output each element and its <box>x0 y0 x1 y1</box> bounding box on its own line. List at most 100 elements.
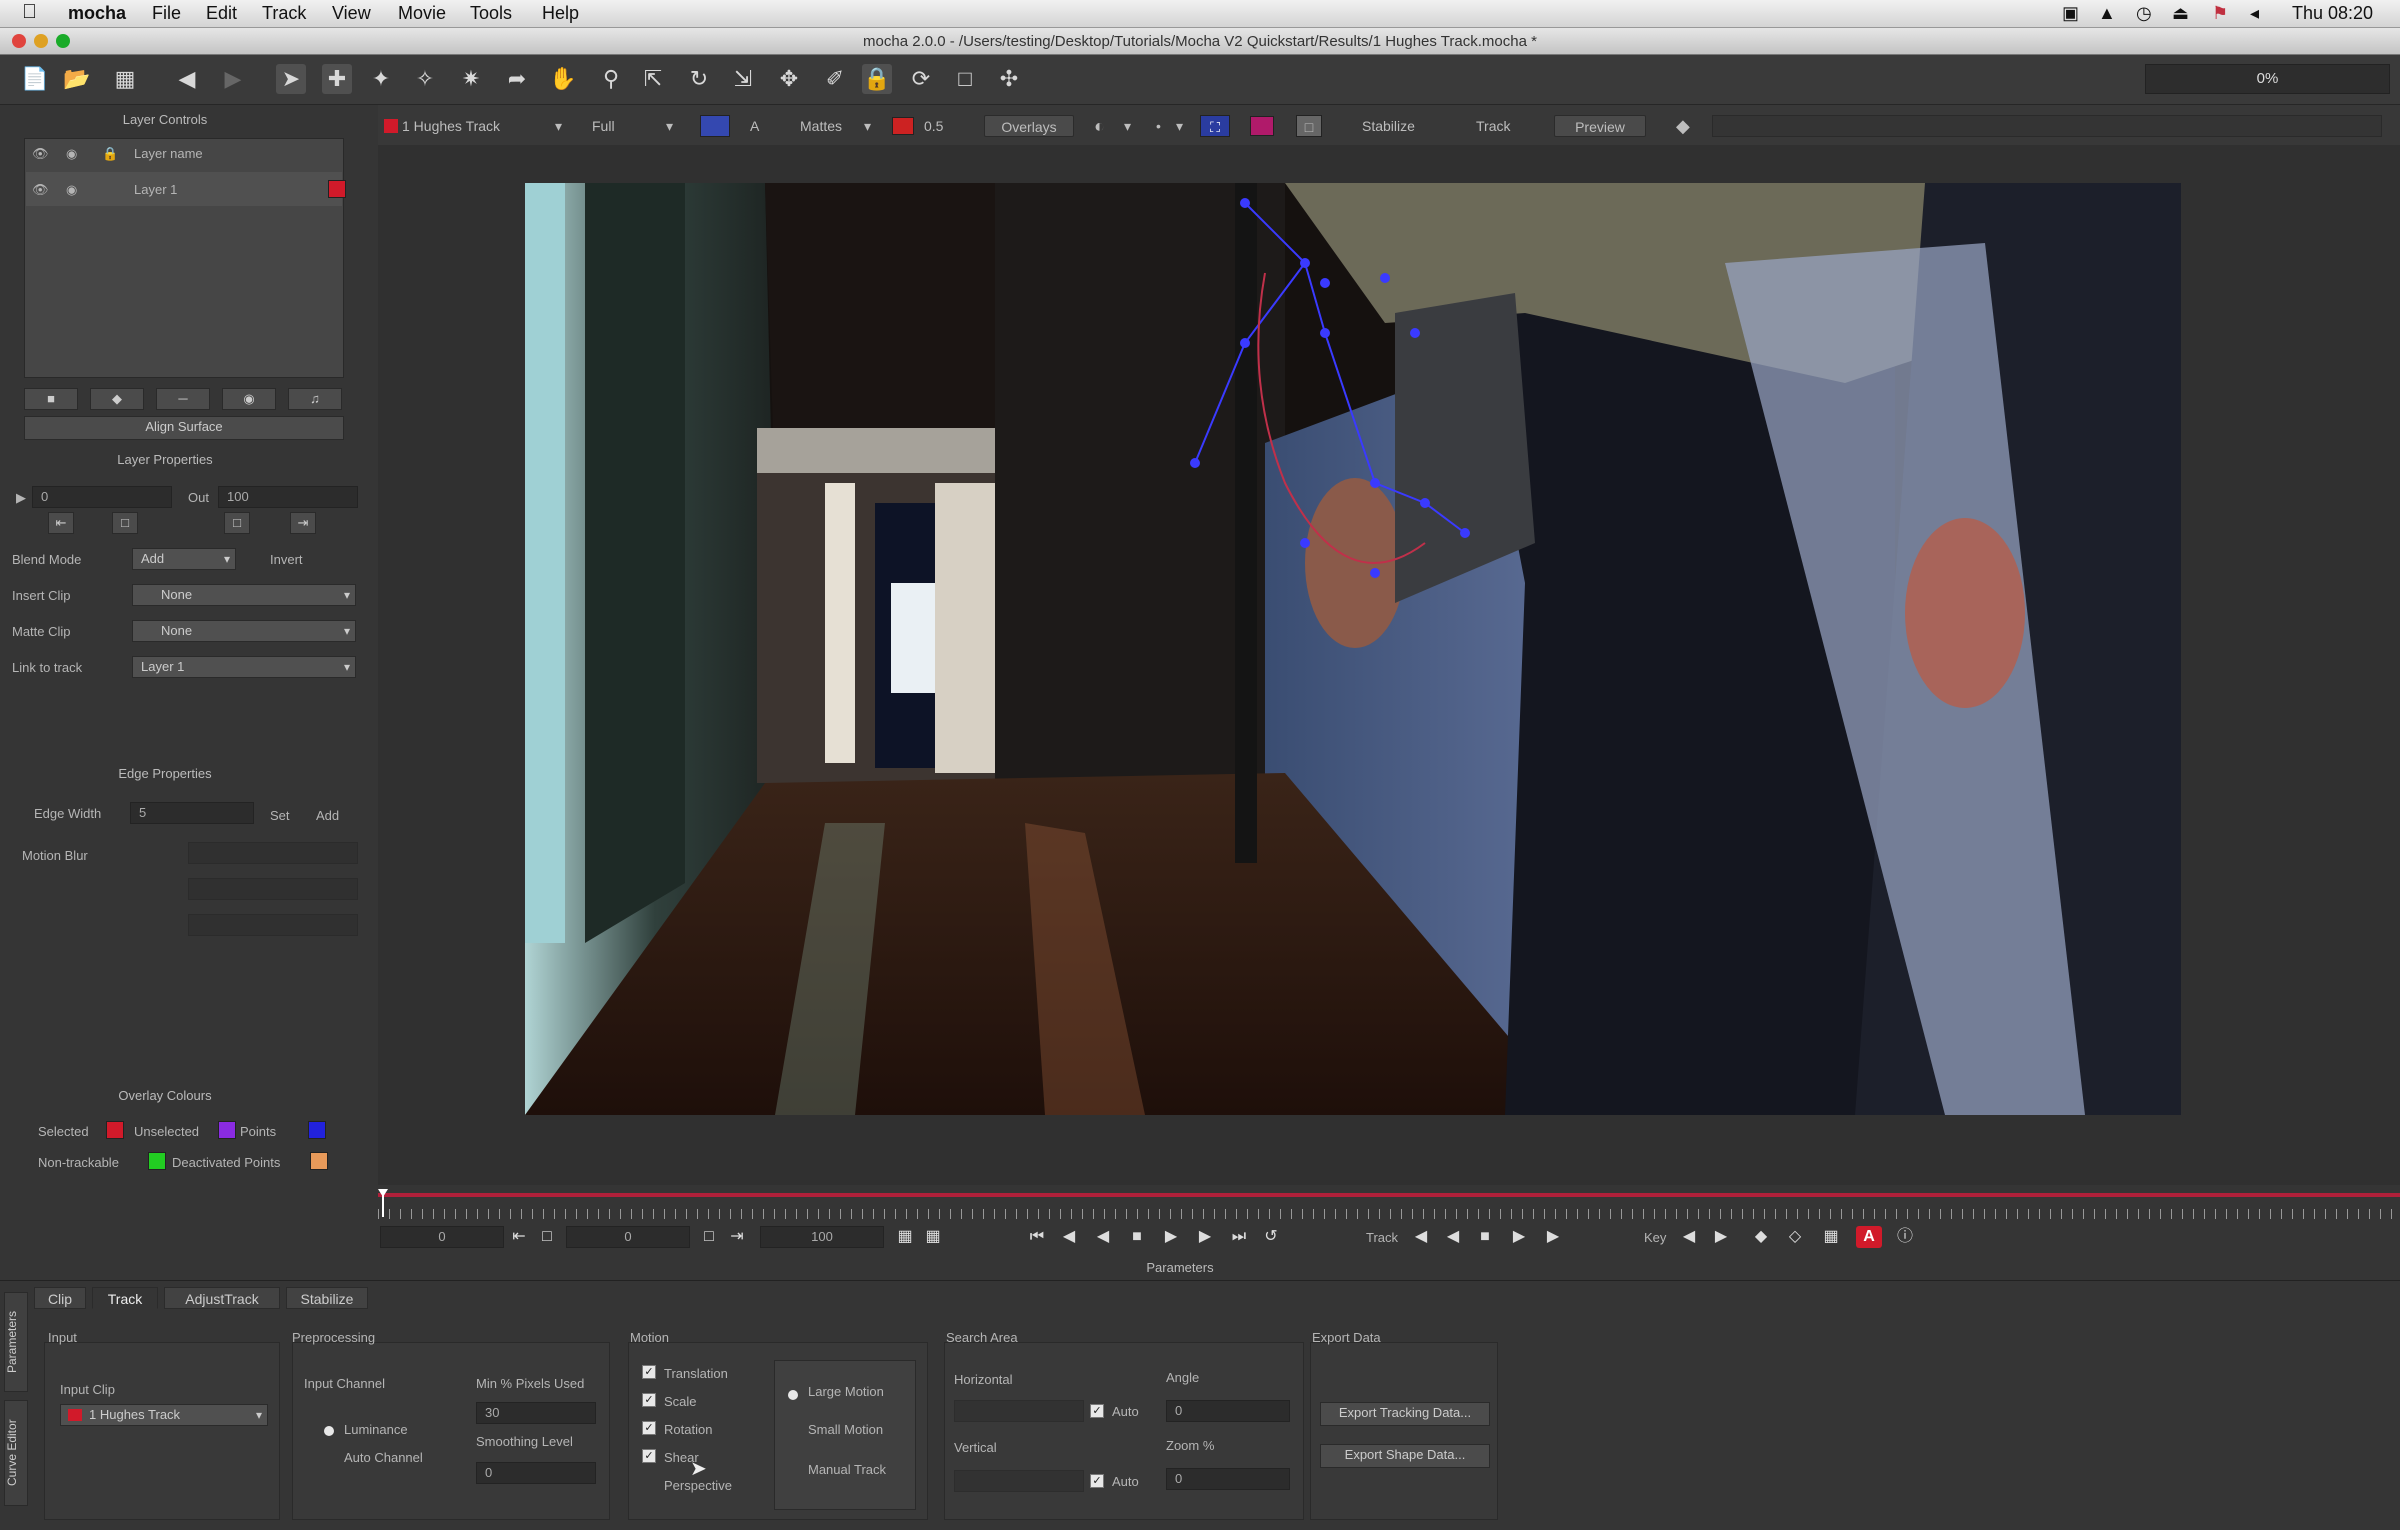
rgb-channel-icon[interactable] <box>700 115 730 137</box>
small-motion-label[interactable]: Small Motion <box>808 1422 883 1437</box>
invert-label[interactable]: Invert <box>270 552 303 567</box>
play-forward-icon[interactable]: ▶ <box>1192 1226 1218 1248</box>
large-motion-radio[interactable] <box>788 1390 798 1400</box>
matte-color-icon[interactable] <box>892 117 914 135</box>
resolution-dropdown-arrow-icon[interactable]: ▾ <box>666 115 673 137</box>
rotation-checkbox[interactable]: ✓ <box>642 1421 656 1435</box>
zoom-timeline-in-icon[interactable]: ▦ <box>892 1226 918 1248</box>
trace-toggle[interactable]: Track <box>1476 115 1510 137</box>
diamond-icon[interactable]: ◆ <box>1676 115 1690 137</box>
scale-icon[interactable]: ⇲ <box>728 64 758 94</box>
save-icon[interactable]: ▦ <box>110 64 140 94</box>
matte-dropdown-arrow-icon[interactable]: ▾ <box>864 115 871 137</box>
add-x-spline-icon[interactable]: ✚ <box>322 64 352 94</box>
luminance-label[interactable]: Luminance <box>344 1422 408 1437</box>
rotate-icon[interactable]: ↻ <box>684 64 714 94</box>
set-out-frame-icon[interactable]: ⇥ <box>724 1226 750 1248</box>
step-forward-icon[interactable]: ▶ <box>1158 1226 1184 1248</box>
vertical-auto-label[interactable]: Auto <box>1112 1474 1139 1489</box>
step-backward-icon[interactable]: ◀ <box>1090 1226 1116 1248</box>
zoom-field[interactable]: 0 <box>1166 1468 1290 1490</box>
in-point-field[interactable]: 0 <box>32 486 172 508</box>
angle-field[interactable]: 0 <box>1166 1400 1290 1422</box>
zoom-icon[interactable]: ⚲ <box>596 64 626 94</box>
surface-icon[interactable]: □ <box>950 64 980 94</box>
insert-clip-dropdown[interactable]: None <box>132 584 356 606</box>
blend-mode-dropdown[interactable]: Add <box>132 548 236 570</box>
dot-icon[interactable]: • <box>1156 115 1161 137</box>
status-icon[interactable]: ▲ <box>2098 3 2116 24</box>
layer-duplicate-button[interactable]: ◆ <box>90 388 144 410</box>
playhead[interactable] <box>378 1189 388 1219</box>
info-toggle-icon[interactable]: □ <box>1296 115 1322 137</box>
min-pixels-field[interactable]: 30 <box>476 1402 596 1424</box>
track-stop-icon[interactable]: ■ <box>1472 1226 1498 1248</box>
matte-dropdown[interactable]: Mattes <box>800 115 870 137</box>
out-frame-field[interactable]: 100 <box>760 1226 884 1248</box>
horizontal-auto-checkbox[interactable]: ✓ <box>1090 1404 1104 1418</box>
go-to-end-icon[interactable]: ⏭ <box>1226 1226 1252 1248</box>
vertical-auto-checkbox[interactable]: ✓ <box>1090 1474 1104 1488</box>
edge-add-button[interactable]: Add <box>316 808 339 823</box>
align-surface-button[interactable]: Align Surface <box>24 416 344 440</box>
select-cursor-icon[interactable]: ➦ <box>502 64 532 94</box>
prev-key-icon[interactable]: ◀ <box>1676 1226 1702 1248</box>
manual-track-label[interactable]: Manual Track <box>808 1462 886 1477</box>
motion-blur-label[interactable]: Motion Blur <box>22 848 88 863</box>
tab-adjusttrack[interactable]: AdjustTrack <box>164 1287 280 1309</box>
preview-button[interactable]: Preview <box>1554 115 1646 137</box>
menu-file[interactable]: File <box>152 3 181 24</box>
surface-toggle-icon[interactable]: ⛶ <box>1200 115 1230 137</box>
move-icon[interactable]: ✥ <box>774 64 804 94</box>
non-trackable-color-swatch[interactable] <box>148 1152 166 1170</box>
side-tab-curve-editor[interactable]: Curve Editor <box>4 1400 28 1506</box>
dot-dropdown-arrow-icon[interactable]: ▾ <box>1176 115 1183 137</box>
edge-set-button[interactable]: Set <box>270 808 290 823</box>
layer-add-button[interactable]: ■ <box>24 388 78 410</box>
redo-icon[interactable]: ▶ <box>218 64 248 94</box>
new-file-icon[interactable]: 📄 <box>20 64 50 94</box>
current-frame-field[interactable]: 0 <box>566 1226 690 1248</box>
footage-frame[interactable] <box>525 183 2181 1115</box>
camera-icon[interactable]: ▣ <box>2062 3 2079 24</box>
export-shape-data-button[interactable]: Export Shape Data... <box>1320 1444 1490 1468</box>
shear-checkbox[interactable]: ✓ <box>642 1449 656 1463</box>
eject-icon[interactable]: ⏏ <box>2172 3 2189 24</box>
flag-icon[interactable]: ⚑ <box>2212 3 2228 24</box>
add-bezier-icon[interactable]: ✷ <box>456 64 486 94</box>
link-to-track-dropdown[interactable]: Layer 1 <box>132 656 356 678</box>
menu-help[interactable]: Help <box>542 3 579 24</box>
alpha-channel-toggle[interactable]: A <box>750 115 759 137</box>
add-point-icon[interactable]: ✦ <box>366 64 396 94</box>
go-to-out-icon[interactable]: □ <box>696 1226 722 1248</box>
time-machine-icon[interactable]: ◷ <box>2136 3 2152 24</box>
open-file-icon[interactable]: 📂 <box>62 64 92 94</box>
stop-icon[interactable]: ■ <box>1124 1226 1150 1248</box>
pick-tool-icon[interactable]: ➤ <box>276 64 306 94</box>
layer-active-toggle-icon[interactable]: ◉ <box>66 182 77 198</box>
scale-checkbox[interactable]: ✓ <box>642 1393 656 1407</box>
hand-icon[interactable]: ✋ <box>548 64 578 94</box>
opacity-value[interactable]: 0.5 <box>924 115 943 137</box>
set-in-button[interactable]: ⇤ <box>48 512 74 534</box>
menu-tools[interactable]: Tools <box>470 3 512 24</box>
crosshair-icon[interactable]: ✣ <box>994 64 1024 94</box>
layer-visibility-toggle-icon[interactable]: 👁 <box>32 182 49 198</box>
transform-icon[interactable]: ⇱ <box>638 64 668 94</box>
next-key-icon[interactable]: ▶ <box>1708 1226 1734 1248</box>
rotation-label[interactable]: Rotation <box>664 1422 712 1437</box>
autokey-button[interactable]: A <box>1856 1226 1882 1248</box>
tab-clip[interactable]: Clip <box>34 1287 86 1309</box>
large-motion-label[interactable]: Large Motion <box>808 1384 884 1399</box>
layer-audio-button[interactable]: ♫ <box>288 388 342 410</box>
luminance-radio[interactable] <box>324 1426 334 1436</box>
go-to-start-icon[interactable]: ⏮ <box>1024 1226 1050 1248</box>
view-options-arrow-icon[interactable]: ▾ <box>1124 115 1131 137</box>
translation-checkbox[interactable]: ✓ <box>642 1365 656 1379</box>
zoom-timeline-out-icon[interactable]: ▦ <box>920 1226 946 1248</box>
side-tab-parameters[interactable]: Parameters <box>4 1292 28 1392</box>
tab-track[interactable]: Track <box>92 1287 158 1309</box>
track-frame-backward-icon[interactable]: ◀ <box>1440 1226 1466 1248</box>
go-out-button[interactable]: □ <box>224 512 250 534</box>
layer-color-swatch[interactable] <box>328 180 346 198</box>
